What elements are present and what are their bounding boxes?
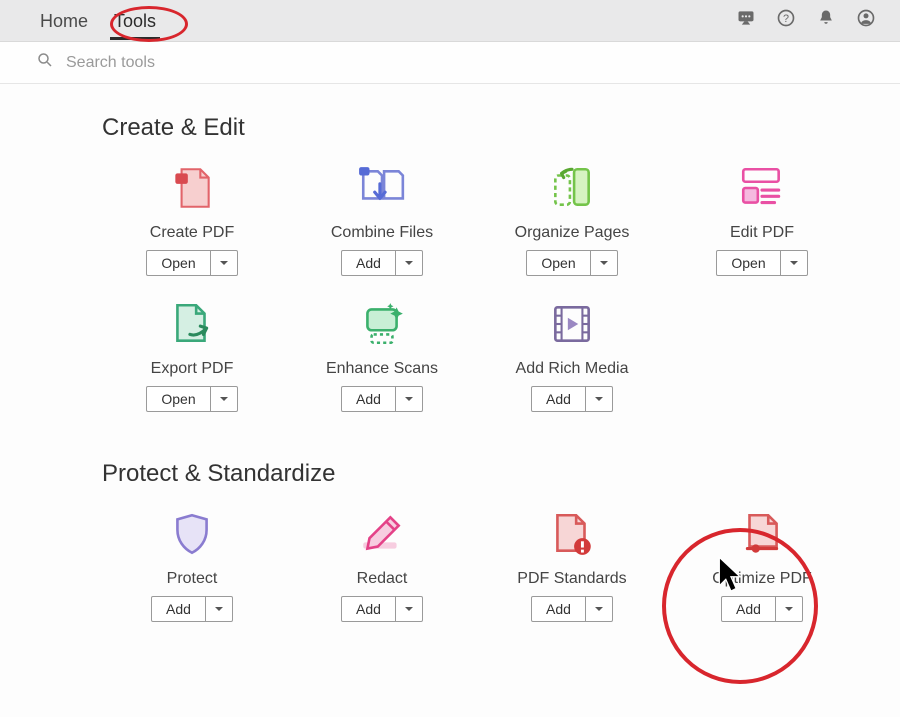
topbar-icons: ? <box>736 8 876 33</box>
add-button[interactable]: Add <box>531 596 613 622</box>
export-pdf-icon <box>162 296 222 352</box>
chevron-down-icon[interactable] <box>586 597 612 621</box>
searchbar <box>0 42 900 84</box>
tool-label: Create PDF <box>150 224 234 242</box>
chevron-down-icon[interactable] <box>211 387 237 411</box>
chevron-down-icon[interactable] <box>591 251 617 275</box>
tool-protect[interactable]: Protect Add <box>102 506 282 622</box>
tool-label: Optimize PDF <box>712 570 812 588</box>
tool-label: Edit PDF <box>730 224 794 242</box>
content: Create & Edit Create PDF Open Combine Fi… <box>0 84 900 662</box>
redact-icon <box>352 506 412 562</box>
rich-media-icon <box>542 296 602 352</box>
tool-pdf-standards[interactable]: PDF Standards Add <box>482 506 662 622</box>
open-button[interactable]: Open <box>146 386 237 412</box>
tool-organize-pages[interactable]: Organize Pages Open <box>482 160 662 276</box>
tool-add-rich-media[interactable]: Add Rich Media Add <box>482 296 662 412</box>
pdf-standards-icon <box>542 506 602 562</box>
add-button[interactable]: Add <box>341 596 423 622</box>
chevron-down-icon[interactable] <box>781 251 807 275</box>
chevron-down-icon[interactable] <box>776 597 802 621</box>
bell-icon[interactable] <box>816 8 836 33</box>
tool-label: Add Rich Media <box>516 360 629 378</box>
search-icon <box>36 51 54 74</box>
tabs: Home Tools <box>36 3 160 38</box>
tool-label: Export PDF <box>151 360 234 378</box>
profile-icon[interactable] <box>856 8 876 33</box>
tab-tools[interactable]: Tools <box>110 3 160 38</box>
edit-pdf-icon <box>732 160 792 216</box>
tools-grid-protect-std: Protect Add Redact Add PDF Standards <box>102 506 864 622</box>
tool-combine-files[interactable]: Combine Files Add <box>292 160 472 276</box>
tool-label: Redact <box>357 570 408 588</box>
tool-label: PDF Standards <box>517 570 626 588</box>
chevron-down-icon[interactable] <box>396 251 422 275</box>
tool-export-pdf[interactable]: Export PDF Open <box>102 296 282 412</box>
tool-redact[interactable]: Redact Add <box>292 506 472 622</box>
section-title-create-edit: Create & Edit <box>102 114 864 142</box>
shield-icon <box>162 506 222 562</box>
tool-optimize-pdf[interactable]: Optimize PDF Add <box>672 506 852 622</box>
tool-label: Organize Pages <box>515 224 630 242</box>
search-input[interactable] <box>66 54 864 72</box>
chevron-down-icon[interactable] <box>396 387 422 411</box>
tool-create-pdf[interactable]: Create PDF Open <box>102 160 282 276</box>
organize-pages-icon <box>542 160 602 216</box>
chat-icon[interactable] <box>736 8 756 33</box>
section-title-protect-std: Protect & Standardize <box>102 460 864 488</box>
combine-files-icon <box>352 160 412 216</box>
add-button[interactable]: Add <box>341 386 423 412</box>
open-button[interactable]: Open <box>716 250 807 276</box>
add-button[interactable]: Add <box>151 596 233 622</box>
tab-home[interactable]: Home <box>36 3 92 38</box>
svg-text:?: ? <box>783 13 789 25</box>
add-button[interactable]: Add <box>341 250 423 276</box>
tool-label: Enhance Scans <box>326 360 438 378</box>
add-button[interactable]: Add <box>721 596 803 622</box>
create-pdf-icon <box>162 160 222 216</box>
help-icon[interactable]: ? <box>776 8 796 33</box>
chevron-down-icon[interactable] <box>396 597 422 621</box>
tools-grid-create-edit: Create PDF Open Combine Files Add Organi… <box>102 160 864 412</box>
add-button[interactable]: Add <box>531 386 613 412</box>
open-button[interactable]: Open <box>526 250 617 276</box>
open-button[interactable]: Open <box>146 250 237 276</box>
topbar: Home Tools ? <box>0 0 900 42</box>
chevron-down-icon[interactable] <box>206 597 232 621</box>
chevron-down-icon[interactable] <box>586 387 612 411</box>
optimize-pdf-icon <box>732 506 792 562</box>
tool-label: Combine Files <box>331 224 433 242</box>
chevron-down-icon[interactable] <box>211 251 237 275</box>
enhance-scans-icon <box>352 296 412 352</box>
tool-enhance-scans[interactable]: Enhance Scans Add <box>292 296 472 412</box>
tool-label: Protect <box>167 570 218 588</box>
tool-edit-pdf[interactable]: Edit PDF Open <box>672 160 852 276</box>
